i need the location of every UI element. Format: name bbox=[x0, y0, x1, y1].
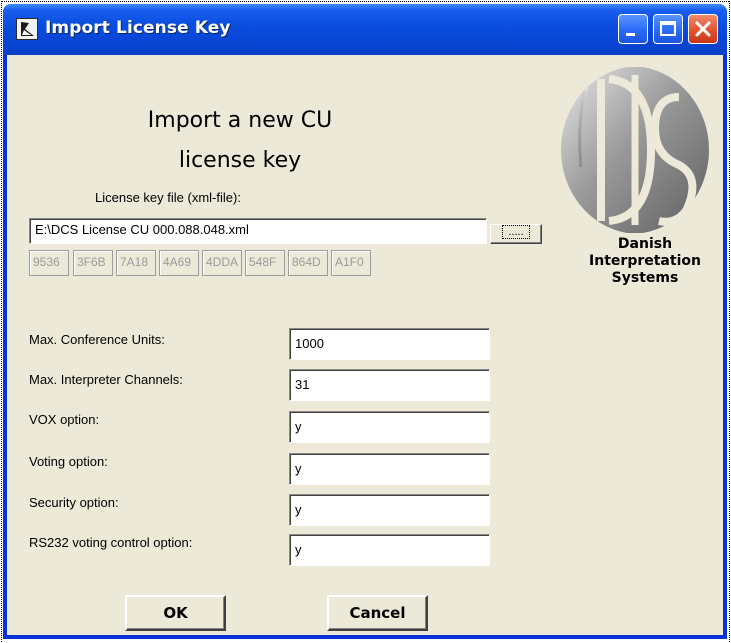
title-bar[interactable]: Import License Key bbox=[3, 4, 727, 55]
key-segment-1: 9536 bbox=[29, 250, 69, 276]
logo-line-2: Interpretation bbox=[589, 253, 701, 269]
voting-option-field[interactable]: y bbox=[289, 453, 490, 485]
browse-button[interactable]: ..... bbox=[490, 224, 542, 244]
heading-line-2: license key bbox=[178, 148, 302, 173]
key-segment-4: 4A69 bbox=[159, 250, 199, 276]
license-file-input[interactable]: E:\DCS License CU 000.088.048.xml bbox=[29, 218, 487, 244]
max-interpreter-channels-field[interactable]: 31 bbox=[289, 369, 490, 401]
dialog-body: Import a new CU license key Danish Inter… bbox=[7, 55, 723, 635]
voting-option-label: Voting option: bbox=[29, 454, 108, 469]
file-label: License key file (xml-file): bbox=[95, 190, 241, 205]
max-conference-units-field[interactable]: 1000 bbox=[289, 328, 490, 360]
close-icon bbox=[695, 21, 711, 37]
browse-button-label: ..... bbox=[502, 225, 530, 239]
key-segment-3: 7A18 bbox=[116, 250, 156, 276]
capture-frame-right bbox=[728, 1, 730, 642]
logo-caption: Danish Interpretation Systems bbox=[585, 236, 705, 287]
key-segment-7: 864D bbox=[288, 250, 328, 276]
window-title: Import License Key bbox=[45, 18, 231, 38]
ok-button[interactable]: OK bbox=[125, 595, 226, 631]
security-option-field[interactable]: y bbox=[289, 494, 490, 526]
dis-logo bbox=[547, 57, 717, 235]
rs232-voting-control-label: RS232 voting control option: bbox=[29, 535, 193, 550]
close-button[interactable] bbox=[688, 14, 718, 44]
key-segment-6: 548F bbox=[245, 250, 285, 276]
key-segment-5: 4DDA bbox=[202, 250, 242, 276]
key-segment-2: 3F6B bbox=[73, 250, 113, 276]
vox-option-field[interactable]: y bbox=[289, 411, 490, 443]
cancel-button[interactable]: Cancel bbox=[327, 595, 428, 631]
logo-line-3: Systems bbox=[611, 270, 679, 286]
minimize-icon bbox=[626, 33, 635, 36]
app-icon[interactable] bbox=[16, 18, 38, 40]
security-option-label: Security option: bbox=[29, 495, 119, 510]
dialog-heading: Import a new CU license key bbox=[107, 101, 373, 181]
max-interpreter-channels-label: Max. Interpreter Channels: bbox=[29, 372, 183, 387]
key-segment-8: A1F0 bbox=[331, 250, 371, 276]
maximize-button[interactable] bbox=[653, 14, 683, 44]
import-license-window: Import License Key Import a new CU licen… bbox=[3, 4, 727, 639]
heading-line-1: Import a new CU bbox=[147, 108, 333, 133]
max-conference-units-label: Max. Conference Units: bbox=[29, 332, 165, 347]
minimize-button[interactable] bbox=[618, 14, 648, 44]
vox-option-label: VOX option: bbox=[29, 412, 100, 427]
rs232-voting-control-field[interactable]: y bbox=[289, 534, 490, 566]
logo-line-1: Danish bbox=[617, 236, 673, 252]
maximize-icon bbox=[660, 21, 676, 36]
